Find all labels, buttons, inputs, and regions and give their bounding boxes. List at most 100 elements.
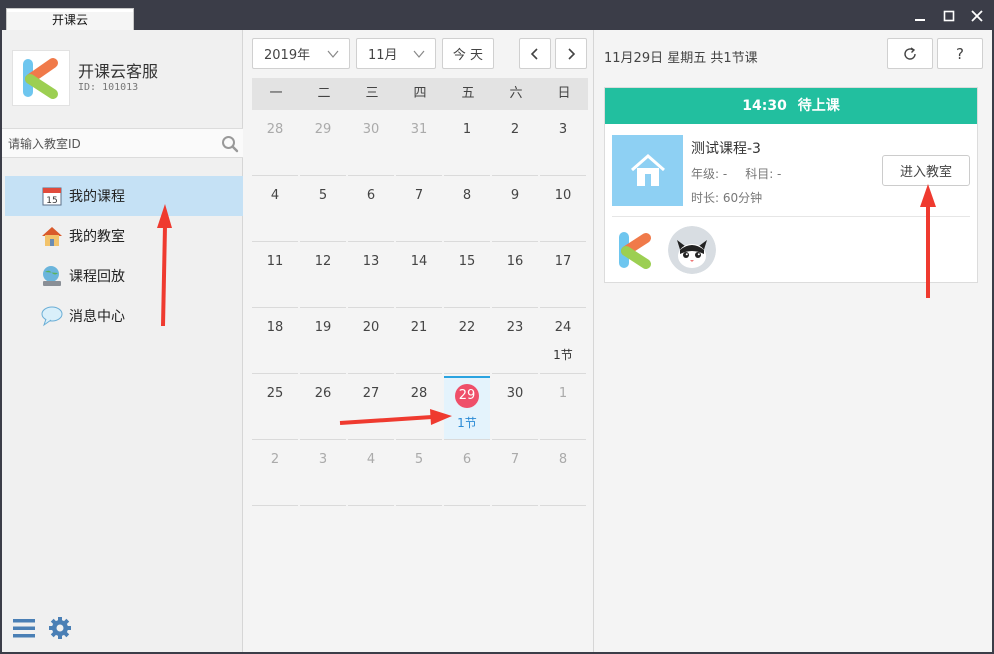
settings-icon[interactable] xyxy=(48,616,72,640)
day-number: 2 xyxy=(510,122,520,137)
day-number: 6 xyxy=(366,188,376,203)
calendar-day[interactable]: 11 xyxy=(252,244,298,308)
day-number: 5 xyxy=(414,452,424,467)
nav-course-playback[interactable]: 课程回放 xyxy=(5,256,243,296)
nav-message-center[interactable]: 消息中心 xyxy=(5,296,243,336)
course-thumbnail-icon xyxy=(612,135,683,206)
day-number: 29 xyxy=(314,122,332,137)
calendar-day-today[interactable]: 29 1节 xyxy=(444,376,490,440)
day-number: 27 xyxy=(362,386,380,401)
day-number: 29 xyxy=(444,384,490,408)
calendar-day[interactable]: 17 xyxy=(540,244,586,308)
calendar-day[interactable]: 22 xyxy=(444,310,490,374)
profile-name: 开课云客服 xyxy=(78,62,159,81)
calendar-day[interactable]: 14 xyxy=(396,244,442,308)
calendar-day[interactable]: 4 xyxy=(348,442,394,506)
next-month-button[interactable] xyxy=(555,38,587,69)
calendar-day[interactable]: 1 xyxy=(444,112,490,176)
help-button[interactable]: ? xyxy=(937,38,983,69)
calendar-day[interactable]: 30 xyxy=(492,376,538,440)
calendar-day[interactable]: 8 xyxy=(540,442,586,506)
weekday-label: 日 xyxy=(557,86,571,101)
title-bar: 开课云 xyxy=(0,0,994,30)
calendar-day[interactable]: 30 xyxy=(348,112,394,176)
classroom-id-input[interactable] xyxy=(8,133,208,155)
day-number: 6 xyxy=(462,452,472,467)
calendar-day[interactable]: 15 xyxy=(444,244,490,308)
calendar-day[interactable]: 3 xyxy=(300,442,346,506)
student-avatar[interactable] xyxy=(668,226,716,274)
calendar-day[interactable]: 2 xyxy=(252,442,298,506)
weekday-label: 六 xyxy=(509,86,523,101)
today-marker: 29 xyxy=(455,384,479,408)
course-grade: 年级: - xyxy=(691,167,728,181)
maximize-icon[interactable] xyxy=(937,5,961,27)
calendar-day[interactable]: 25 xyxy=(252,376,298,440)
menu-icon[interactable] xyxy=(12,616,36,640)
calendar-day[interactable]: 1 xyxy=(540,376,586,440)
today-button[interactable]: 今 天 xyxy=(442,38,494,69)
day-number: 12 xyxy=(314,254,332,269)
calendar-day[interactable]: 6 xyxy=(444,442,490,506)
day-number: 1 xyxy=(558,386,568,401)
calendar-day[interactable]: 3 xyxy=(540,112,586,176)
calendar-day[interactable]: 29 xyxy=(300,112,346,176)
day-number: 14 xyxy=(410,254,428,269)
refresh-icon xyxy=(904,46,916,60)
calendar-day[interactable]: 28 xyxy=(396,376,442,440)
calendar-day[interactable]: 18 xyxy=(252,310,298,374)
weekday-label: 一 xyxy=(269,86,283,101)
month-select[interactable]: 11月 xyxy=(356,38,436,69)
calendar-day[interactable]: 4 xyxy=(252,178,298,242)
calendar-day[interactable]: 5 xyxy=(300,178,346,242)
calendar-day[interactable]: 20 xyxy=(348,310,394,374)
refresh-button[interactable] xyxy=(887,38,933,69)
year-select[interactable]: 2019年 xyxy=(252,38,350,69)
calendar-day[interactable]: 10 xyxy=(540,178,586,242)
course-time: 14:30 xyxy=(742,98,787,114)
day-number: 4 xyxy=(270,188,280,203)
calendar-day[interactable]: 24 1节 xyxy=(540,310,586,374)
day-number: 24 xyxy=(554,320,572,335)
day-number: 17 xyxy=(554,254,572,269)
calendar-day[interactable]: 21 xyxy=(396,310,442,374)
calendar-day[interactable]: 7 xyxy=(492,442,538,506)
prev-month-button[interactable] xyxy=(519,38,551,69)
day-number: 19 xyxy=(314,320,332,335)
calendar-day[interactable]: 8 xyxy=(444,178,490,242)
divider xyxy=(612,216,970,217)
minimize-icon[interactable] xyxy=(908,5,932,27)
nav-my-courses[interactable]: 15 我的课程 xyxy=(5,176,243,216)
day-number: 4 xyxy=(366,452,376,467)
calendar-day[interactable]: 28 xyxy=(252,112,298,176)
calendar-day[interactable]: 9 xyxy=(492,178,538,242)
nav-my-classroom[interactable]: 我的教室 xyxy=(5,216,243,256)
calendar-day[interactable]: 19 xyxy=(300,310,346,374)
calendar-day[interactable]: 7 xyxy=(396,178,442,242)
teacher-avatar[interactable] xyxy=(612,226,658,274)
month-value: 11月 xyxy=(368,48,398,63)
enter-classroom-button[interactable]: 进入教室 xyxy=(882,155,970,186)
calendar-day[interactable]: 26 xyxy=(300,376,346,440)
calendar-day[interactable]: 5 xyxy=(396,442,442,506)
calendar-day[interactable]: 27 xyxy=(348,376,394,440)
course-status-bar: 14:30 待上课 xyxy=(605,88,977,124)
calendar-day[interactable]: 13 xyxy=(348,244,394,308)
chevron-down-icon xyxy=(327,50,339,58)
calendar-day[interactable]: 6 xyxy=(348,178,394,242)
day-number: 31 xyxy=(410,122,428,137)
calendar-icon: 15 xyxy=(40,184,64,208)
sidebar: 开课云客服 ID: 101013 15 我的课程 我的教室 课程回放 xyxy=(2,30,243,652)
weekday-label: 四 xyxy=(413,86,427,101)
day-number: 26 xyxy=(314,386,332,401)
close-icon[interactable] xyxy=(965,5,989,27)
app-tab[interactable]: 开课云 xyxy=(6,8,134,30)
calendar-day[interactable]: 16 xyxy=(492,244,538,308)
search-icon[interactable] xyxy=(221,135,239,153)
calendar-day[interactable]: 31 xyxy=(396,112,442,176)
calendar-day[interactable]: 12 xyxy=(300,244,346,308)
calendar-day[interactable]: 23 xyxy=(492,310,538,374)
day-detail-panel: 11月29日 星期五 共1节课 ? 14:30 待上课 测试课程-3 年级: -… xyxy=(595,30,992,652)
calendar-day[interactable]: 2 xyxy=(492,112,538,176)
course-status: 待上课 xyxy=(797,98,840,114)
